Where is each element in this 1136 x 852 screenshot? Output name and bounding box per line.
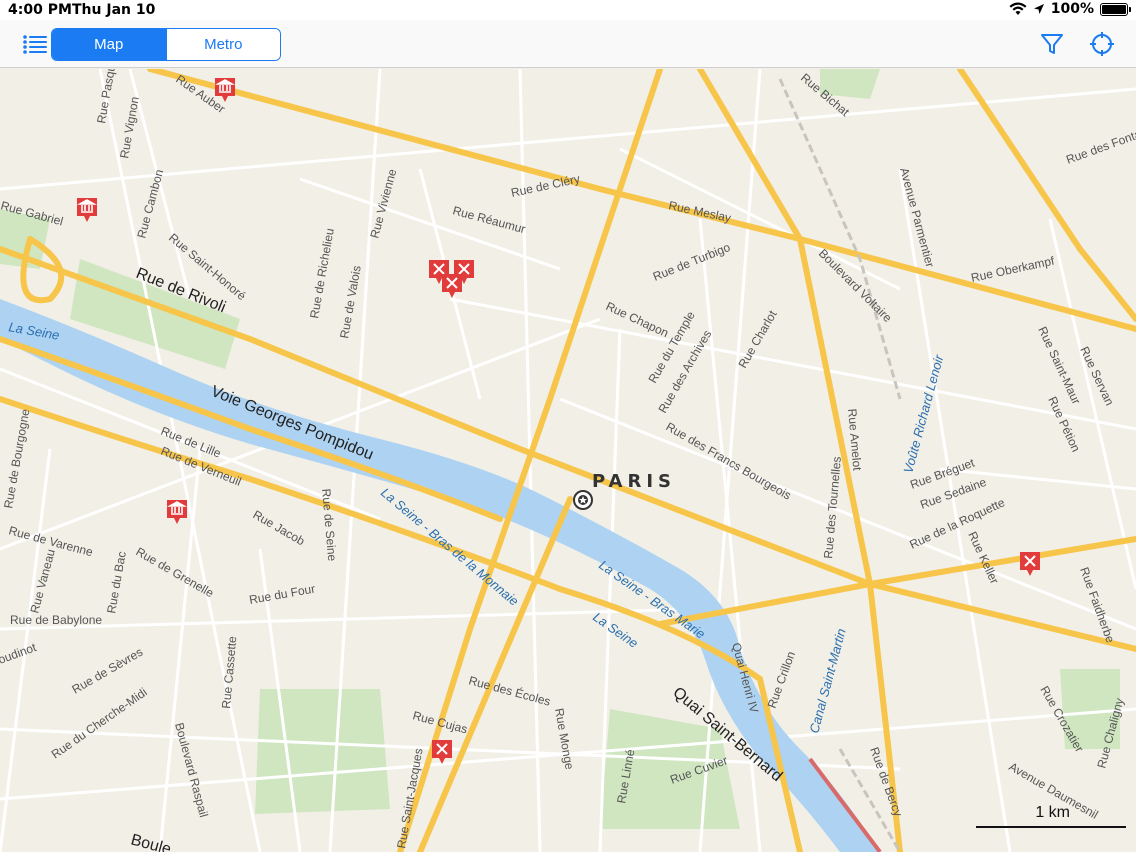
status-bar: 4:00 PM Thu Jan 10 100% [0, 0, 1136, 20]
scale-bar [976, 826, 1126, 828]
restaurant-pin[interactable] [431, 739, 453, 765]
scale-label: 1 km [1035, 804, 1070, 821]
list-icon [23, 35, 47, 54]
museum-icon [214, 78, 236, 102]
status-right: 100% [1009, 1, 1131, 17]
locate-me-button[interactable] [1089, 31, 1115, 57]
restaurant-icon [442, 274, 462, 298]
battery-icon [1100, 2, 1131, 16]
list-button[interactable] [22, 33, 48, 55]
segment-map[interactable]: Map [52, 29, 166, 60]
location-arrow-icon [1033, 4, 1044, 14]
museum-icon [166, 500, 188, 524]
view-segmented-control: Map Metro [51, 28, 281, 61]
restaurant-icon [1020, 552, 1040, 576]
status-date: Thu Jan 10 [72, 2, 156, 18]
map-scale: 1 km [976, 804, 1126, 828]
crosshair-icon [1090, 32, 1114, 56]
battery-percent: 100% [1050, 1, 1094, 17]
restaurant-pin[interactable] [1019, 551, 1041, 577]
map-view[interactable]: Rue de Rivoli Voie Georges Pompidou Rue … [0, 69, 1136, 852]
wifi-icon [1009, 2, 1027, 15]
map-canvas: Rue de Rivoli Voie Georges Pompidou Rue … [0, 69, 1136, 852]
museum-pin[interactable] [214, 77, 236, 103]
filter-icon [1041, 34, 1063, 54]
restaurant-icon [432, 740, 452, 764]
museum-icon [76, 198, 98, 222]
museum-pin[interactable] [76, 197, 98, 223]
toolbar: Map Metro [0, 20, 1136, 68]
restaurant-pin[interactable] [441, 273, 463, 299]
city-label: PARIS [592, 471, 676, 492]
museum-pin[interactable] [166, 499, 188, 525]
city-center-marker [573, 490, 593, 510]
segment-metro[interactable]: Metro [165, 29, 280, 60]
status-time: 4:00 PM [8, 2, 72, 18]
filter-button[interactable] [1040, 32, 1064, 56]
label-babylone: Rue de Babylone [10, 613, 102, 627]
